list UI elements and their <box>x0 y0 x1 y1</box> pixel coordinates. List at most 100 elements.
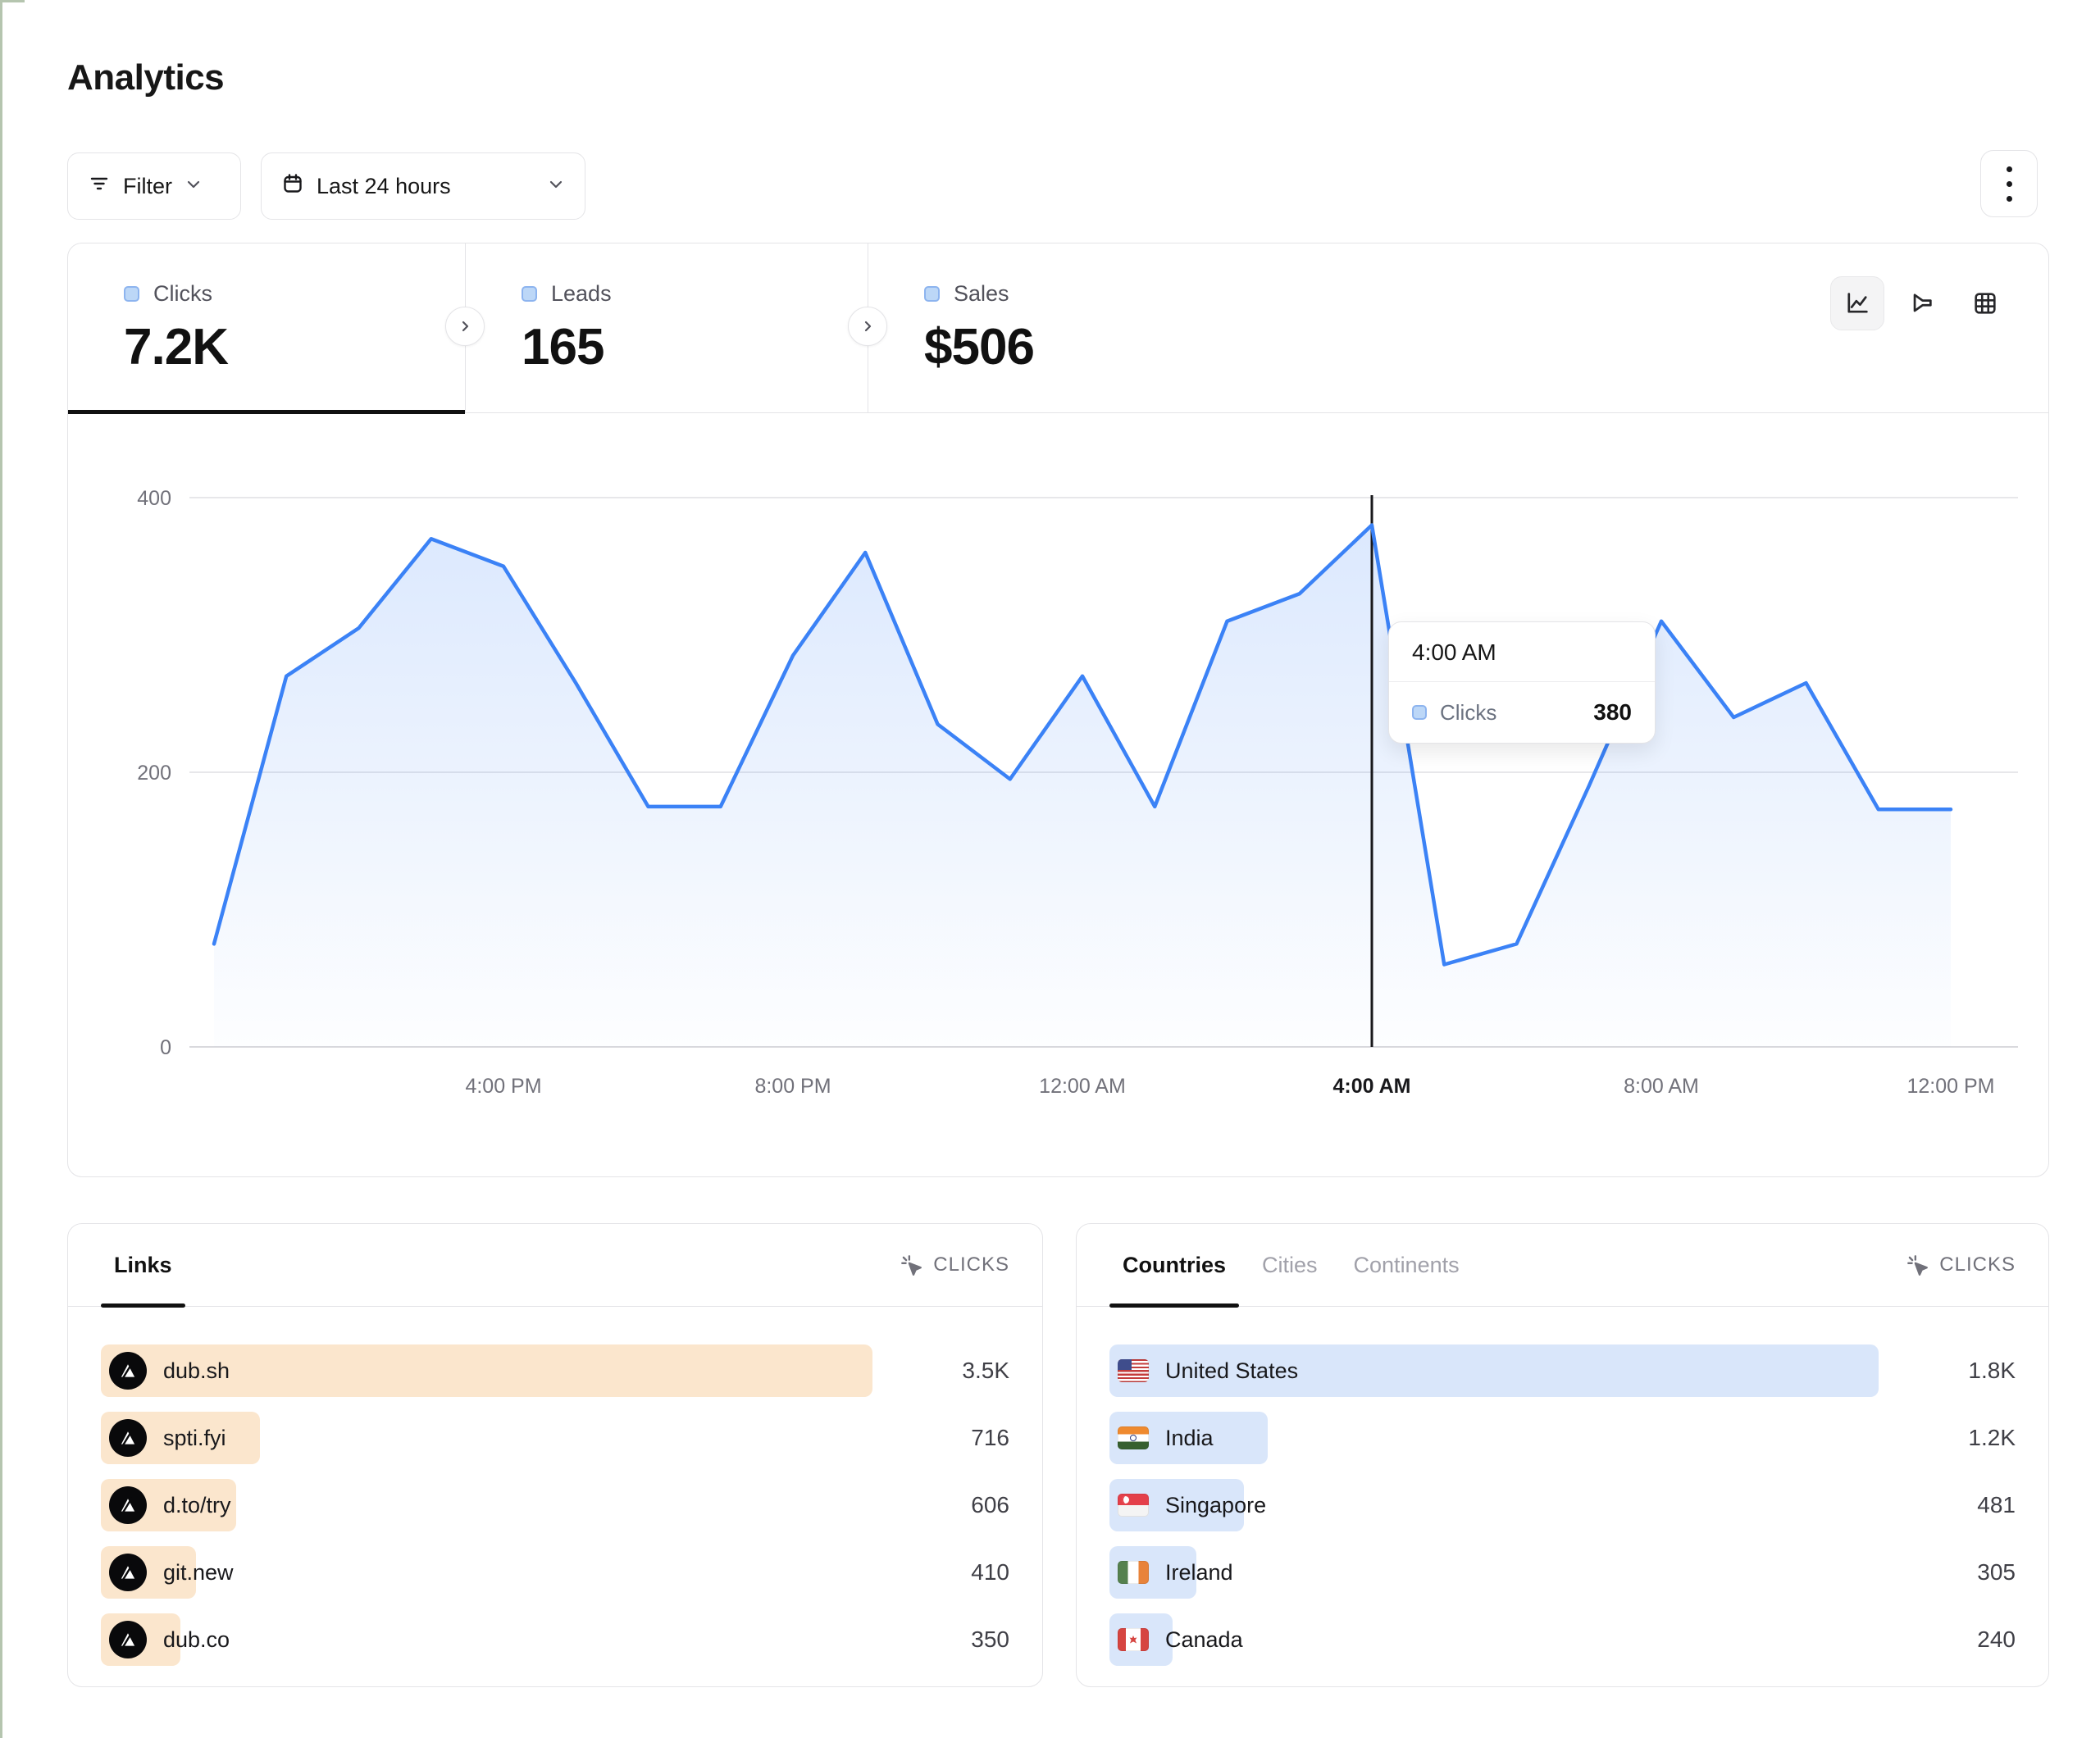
metric-tabs: Clicks 7.2K Leads 165 Sales $506 <box>68 243 2048 413</box>
country-clicks-value: 240 <box>1925 1627 2016 1653</box>
window-edge-accent-left <box>0 0 2 1738</box>
dub-logo-icon <box>109 1486 147 1524</box>
tooltip-series-swatch <box>1412 705 1427 720</box>
date-range-label: Last 24 hours <box>317 174 451 199</box>
dub-logo-icon <box>109 1419 147 1457</box>
more-menu-icon <box>2007 166 2012 172</box>
country-label: Canada <box>1165 1627 1243 1653</box>
link-label: dub.co <box>163 1627 230 1653</box>
tab-links[interactable]: Links <box>114 1224 172 1306</box>
link-clicks-value: 410 <box>919 1559 1009 1586</box>
svg-text:8:00 PM: 8:00 PM <box>754 1075 831 1098</box>
link-label: d.to/try <box>163 1493 231 1518</box>
analytics-page: Analytics Filter Last 24 hours <box>0 0 2100 1738</box>
links-panel-header: Links CLICKS <box>68 1224 1042 1307</box>
link-clicks-value: 3.5K <box>919 1358 1009 1384</box>
svg-text:400: 400 <box>137 487 171 510</box>
us-flag-icon <box>1118 1359 1149 1382</box>
svg-text:12:00 AM: 12:00 AM <box>1039 1075 1126 1098</box>
link-row-d-to-try[interactable]: d.to/try 606 <box>101 1479 1009 1531</box>
svg-text:4:00 PM: 4:00 PM <box>465 1075 541 1098</box>
expand-leads-button[interactable] <box>848 307 887 346</box>
chart-view-switcher <box>1830 276 2012 330</box>
country-clicks-value: 1.8K <box>1925 1358 2016 1384</box>
link-row-git-new[interactable]: git.new 410 <box>101 1546 1009 1599</box>
clicks-value: 7.2K <box>124 318 465 376</box>
dub-logo-icon <box>109 1621 147 1658</box>
funnel-view-button[interactable] <box>1894 276 1948 330</box>
country-row-ireland[interactable]: Ireland 305 <box>1109 1546 2016 1599</box>
tooltip-series-value: 380 <box>1593 699 1632 726</box>
chevron-down-icon <box>184 174 203 199</box>
line-chart-view-button[interactable] <box>1830 276 1884 330</box>
chart-tooltip: 4:00 AM Clicks 380 <box>1388 621 1656 744</box>
canada-flag-icon <box>1118 1628 1149 1651</box>
tooltip-time: 4:00 AM <box>1389 622 1655 682</box>
links-metric-label: CLICKS <box>933 1253 1009 1276</box>
country-row-india[interactable]: India 1.2K <box>1109 1412 2016 1464</box>
page-title: Analytics <box>67 57 224 98</box>
table-view-button[interactable] <box>1958 276 2012 330</box>
tab-leads-label: Leads <box>551 281 612 307</box>
link-clicks-value: 716 <box>919 1425 1009 1451</box>
filter-icon <box>88 172 111 201</box>
country-label: India <box>1165 1426 1214 1451</box>
geo-metric-label: CLICKS <box>1939 1253 2016 1276</box>
expand-clicks-button[interactable] <box>445 307 485 346</box>
calendar-icon <box>281 172 304 201</box>
cursor-click-icon <box>899 1253 923 1277</box>
links-panel: Links CLICKS dub.sh 3.5K <box>67 1223 1043 1687</box>
ireland-flag-icon <box>1118 1561 1149 1584</box>
dub-logo-icon <box>109 1554 147 1591</box>
geo-panel: Countries Cities Continents CLICKS Unite… <box>1076 1223 2049 1687</box>
country-row-canada[interactable]: Canada 240 <box>1109 1613 2016 1666</box>
svg-text:0: 0 <box>160 1036 171 1059</box>
link-clicks-value: 350 <box>919 1627 1009 1653</box>
tab-clicks[interactable]: Clicks 7.2K <box>68 243 465 412</box>
dub-logo-icon <box>109 1352 147 1390</box>
country-clicks-value: 1.2K <box>1925 1425 2016 1451</box>
country-label: Singapore <box>1165 1493 1266 1518</box>
analytics-card: Clicks 7.2K Leads 165 Sales $506 <box>67 243 2049 1177</box>
tab-sales-label: Sales <box>954 281 1009 307</box>
tab-clicks-label: Clicks <box>153 281 212 307</box>
geo-panel-header: Countries Cities Continents CLICKS <box>1077 1224 2048 1307</box>
table-grid-icon <box>1971 289 1999 317</box>
sales-value: $506 <box>924 318 1270 376</box>
tooltip-series-label: Clicks <box>1440 700 1496 726</box>
chevron-down-icon <box>547 174 565 199</box>
link-row-dub-co[interactable]: dub.co 350 <box>101 1613 1009 1666</box>
chevron-right-icon <box>859 318 876 334</box>
funnel-icon <box>1907 289 1935 317</box>
clicks-legend-swatch <box>124 286 139 302</box>
country-clicks-value: 481 <box>1925 1492 2016 1518</box>
filter-button[interactable]: Filter <box>67 152 241 220</box>
link-row-spti-fyi[interactable]: spti.fyi 716 <box>101 1412 1009 1464</box>
svg-text:8:00 AM: 8:00 AM <box>1624 1075 1699 1098</box>
tab-countries[interactable]: Countries <box>1123 1224 1226 1306</box>
geo-metric-toggle[interactable]: CLICKS <box>1905 1253 2016 1277</box>
tab-leads[interactable]: Leads 165 <box>465 243 868 412</box>
country-row-singapore[interactable]: Singapore 481 <box>1109 1479 2016 1531</box>
tab-continents[interactable]: Continents <box>1354 1224 1460 1306</box>
svg-text:200: 200 <box>137 762 171 785</box>
country-row-united-states[interactable]: United States 1.8K <box>1109 1344 2016 1397</box>
links-metric-toggle[interactable]: CLICKS <box>899 1253 1009 1277</box>
svg-text:12:00 PM: 12:00 PM <box>1906 1075 1994 1098</box>
more-menu-button[interactable] <box>1980 150 2038 217</box>
tab-cities[interactable]: Cities <box>1262 1224 1318 1306</box>
country-clicks-value: 305 <box>1925 1559 2016 1586</box>
sales-legend-swatch <box>924 286 940 302</box>
link-label: spti.fyi <box>163 1426 226 1451</box>
tab-sales[interactable]: Sales $506 <box>868 243 1270 412</box>
cursor-click-icon <box>1905 1253 1929 1277</box>
leads-legend-swatch <box>522 286 537 302</box>
line-chart-icon <box>1843 289 1871 317</box>
link-clicks-value: 606 <box>919 1492 1009 1518</box>
country-label: Ireland <box>1165 1560 1233 1586</box>
leads-value: 165 <box>522 318 868 376</box>
date-range-button[interactable]: Last 24 hours <box>261 152 585 220</box>
clicks-area-chart: 0 200 400 4:00 PM 8:00 PM 12:00 AM 4:00 AM 8:00… <box>107 457 2026 1125</box>
filter-button-label: Filter <box>123 174 172 199</box>
link-row-dub-sh[interactable]: dub.sh 3.5K <box>101 1344 1009 1397</box>
